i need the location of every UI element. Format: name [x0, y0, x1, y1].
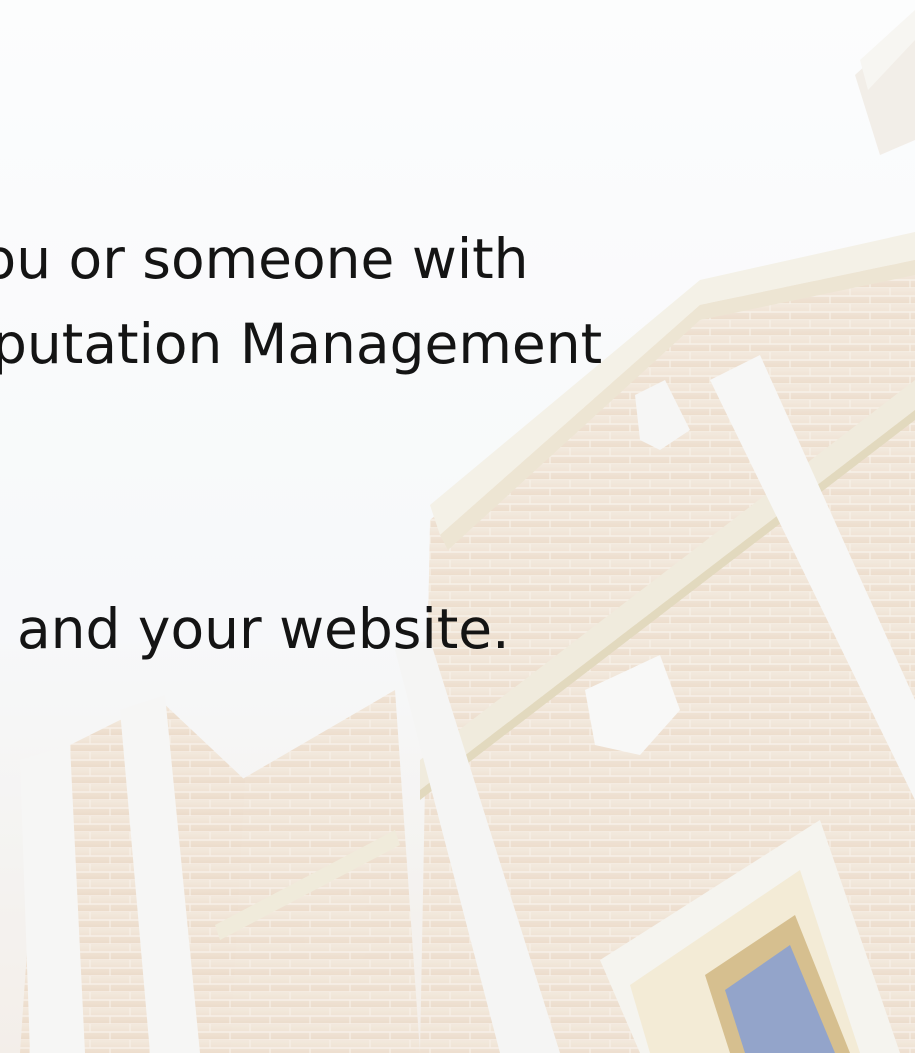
slide-text-line-3: . and your website. [0, 597, 510, 661]
slide-text-line-2: putation Management [0, 312, 603, 376]
slide-text-line-1: you or someone with [0, 227, 529, 291]
presentation-slide: you or someone with putation Management … [0, 0, 915, 1053]
building-background-image [0, 0, 915, 1053]
